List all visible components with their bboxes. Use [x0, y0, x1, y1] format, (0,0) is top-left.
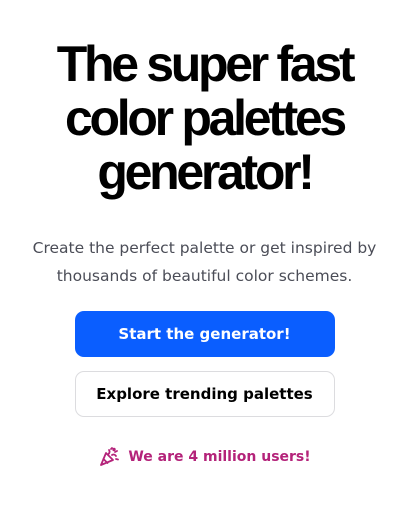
- users-count-banner: We are 4 million users!: [98, 446, 311, 468]
- hero-section: The super fast color palettes generator!…: [0, 0, 409, 520]
- subtitle-line: thousands of beautiful color schemes.: [56, 267, 353, 285]
- headline-line: color palettes: [65, 90, 347, 146]
- subtitle-line: Create the perfect palette or get inspir…: [32, 239, 377, 257]
- hero-subtitle: Create the perfect palette or get inspir…: [15, 234, 395, 290]
- explore-trending-label: Explore trending palettes: [96, 385, 313, 403]
- explore-trending-button[interactable]: Explore trending palettes: [74, 371, 335, 417]
- users-count-text: We are 4 million users!: [128, 449, 311, 465]
- party-popper-icon: [98, 446, 120, 468]
- headline-line: generator!: [97, 144, 315, 200]
- start-generator-button[interactable]: Start the generator!: [74, 311, 335, 357]
- headline-line: The super fast: [56, 36, 356, 92]
- page-title: The super fast color palettes generator!: [0, 37, 409, 199]
- start-generator-label: Start the generator!: [118, 325, 291, 343]
